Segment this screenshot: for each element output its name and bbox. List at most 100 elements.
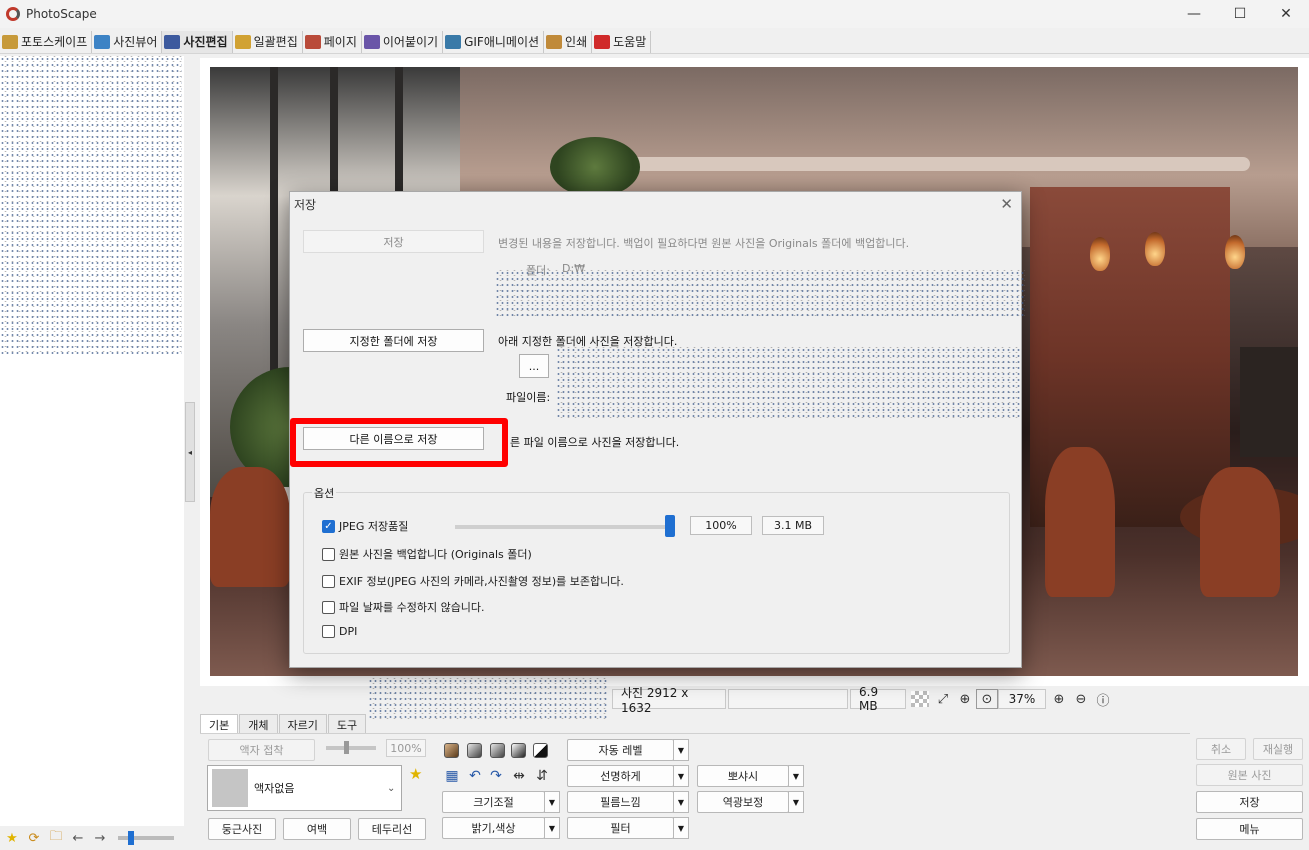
folder-icon[interactable]: 🗀 [48,829,64,846]
main-tab-2[interactable]: 사진편집 [162,30,233,53]
zoom-in-icon[interactable]: ⊕ [1048,689,1070,709]
save-to-folder-button[interactable]: 지정한 폴더에 저장 [303,329,484,352]
zoom-level: 37% [998,689,1046,709]
menu-button[interactable]: 메뉴 [1196,818,1303,840]
fit-screen-icon[interactable]: ⤢ [932,689,954,709]
backlight-dropdown[interactable]: ▼ [788,791,804,813]
frame-percent[interactable]: 100% [386,739,426,757]
photo-dimensions: 사진 2912 x 1632 [612,686,726,715]
rotate-left-icon[interactable]: ↶ [466,767,484,785]
rotate-grid-icon[interactable]: ▦ [443,767,461,785]
info-icon[interactable]: ⓘ [1092,689,1114,709]
flip-horizontal-icon[interactable]: ⇹ [510,767,528,785]
minimize-button[interactable]: — [1171,0,1217,28]
rotate-folder-icon[interactable]: ⟳ [26,830,42,846]
dpi-option[interactable]: DPI [322,625,357,638]
zoom-fit-icon[interactable]: ⊙ [976,689,998,709]
margin-button[interactable]: 여백 [283,818,351,840]
film-effect-button[interactable]: 필름느낌 [567,791,674,813]
exif-option[interactable]: EXIF 정보(JPEG 사진의 카메라,사진촬영 정보)를 보존합니다. [322,573,624,589]
left-bottom-toolbar: ★ ⟳ 🗀 ← → [0,826,190,850]
close-button[interactable]: ✕ [1263,0,1309,28]
round-photo-button[interactable]: 둥근사진 [208,818,276,840]
exif-checkbox[interactable] [322,574,335,588]
frame-shape-1-icon[interactable] [444,743,459,758]
rotate-right-icon[interactable]: ↷ [487,767,505,785]
forward-arrow-icon[interactable]: → [92,830,108,846]
main-tab-icon [445,34,462,49]
backup-checkbox[interactable] [322,547,335,561]
panel-splitter[interactable]: ◂ [185,402,195,502]
filter-button[interactable]: 필터 [567,817,674,839]
frame-shape-2-icon[interactable] [467,743,482,758]
save-button[interactable]: 저장 [1196,791,1303,813]
redo-button[interactable]: 재실행 [1253,738,1303,760]
frame-shape-3-icon[interactable] [490,743,505,758]
sharpen-dropdown[interactable]: ▼ [673,765,689,787]
frame-attach-button[interactable]: 액자 접착 [208,739,315,761]
main-tab-6[interactable]: GIF애니메이션 [443,30,545,53]
dialog-close-icon[interactable]: ✕ [1000,195,1013,213]
tab-tools[interactable]: 도구 [327,714,367,734]
soften-dropdown[interactable]: ▼ [788,765,804,787]
star-icon[interactable]: ★ [4,830,20,846]
main-tab-1[interactable]: 사진뷰어 [92,30,163,53]
back-arrow-icon[interactable]: ← [70,830,86,846]
border-button[interactable]: 테두리선 [358,818,426,840]
original-photo-button[interactable]: 원본 사진 [1196,764,1303,786]
backlight-button[interactable]: 역광보정 [697,791,789,813]
transparency-icon[interactable] [911,691,929,707]
soften-button[interactable]: 뽀샤시 [697,765,789,787]
status-noise [368,678,608,720]
frame-select[interactable]: 액자없음 ⌄ [207,765,402,811]
main-tab-icon [234,34,251,49]
main-tab-5[interactable]: 이어붙이기 [362,30,444,53]
backup-option[interactable]: 원본 사진을 백업합니다 (Originals 폴더) [322,546,532,562]
main-tab-0[interactable]: 포토스케이프 [0,30,93,53]
filter-dropdown[interactable]: ▼ [673,817,689,839]
keep-date-option[interactable]: 파일 날짜를 수정하지 않습니다. [322,599,485,615]
main-tab-8[interactable]: 도움말 [592,30,652,53]
overwrite-save-button[interactable]: 저장 [303,230,484,253]
frame-shape-4-icon[interactable] [511,743,526,758]
save-as-button[interactable]: 다른 이름으로 저장 [303,427,484,450]
film-effect-dropdown[interactable]: ▼ [673,791,689,813]
resize-dropdown[interactable]: ▼ [544,791,560,813]
thumbnail-size-slider[interactable] [118,831,174,845]
main-tab-3[interactable]: 일괄편집 [233,30,303,53]
main-tab-label: 인쇄 [565,35,588,49]
undo-button[interactable]: 취소 [1196,738,1246,760]
photo-chair [210,467,290,587]
thumbnail-panel[interactable] [0,56,184,826]
auto-level-dropdown[interactable]: ▼ [673,739,689,761]
brightness-dropdown[interactable]: ▼ [544,817,560,839]
jpeg-quality-option[interactable]: ✓ JPEG 저장품질 [322,518,408,534]
brightness-button[interactable]: 밝기,색상 [442,817,545,839]
overwrite-save-description: 변경된 내용을 저장합니다. 백업이 필요하다면 원본 사진을 Original… [498,237,910,250]
frame-shape-5-icon[interactable] [533,743,548,758]
jpeg-quality-slider[interactable] [455,525,673,529]
zoom-actual-icon[interactable]: ⊕ [954,689,976,709]
maximize-button[interactable]: ☐ [1217,0,1263,28]
favorite-star-icon[interactable]: ★ [409,765,422,783]
photo-pipe [550,157,1250,171]
main-tab-4[interactable]: 페이지 [303,30,362,53]
sharpen-button[interactable]: 선명하게 [567,765,674,787]
tab-object[interactable]: 개체 [239,714,278,734]
dpi-checkbox[interactable] [322,625,335,638]
frame-slider[interactable] [326,741,376,754]
jpeg-quality-checkbox[interactable]: ✓ [322,519,335,533]
resize-button[interactable]: 크기조절 [442,791,545,813]
jpeg-size-value: 3.1 MB [762,516,824,535]
tab-basic[interactable]: 기본 [200,714,239,734]
keep-date-checkbox[interactable] [322,600,335,614]
photoscape-logo-icon [6,7,20,21]
flip-vertical-icon[interactable]: ⇵ [533,767,551,785]
zoom-out-icon[interactable]: ⊖ [1070,689,1092,709]
main-tab-7[interactable]: 인쇄 [544,30,593,53]
tab-crop[interactable]: 자르기 [278,714,327,734]
jpeg-quality-slider-thumb[interactable] [665,515,675,537]
auto-level-button[interactable]: 자동 레벨 [567,739,674,761]
browse-folder-button[interactable]: ... [519,354,549,378]
backup-label: 원본 사진을 백업합니다 (Originals 폴더) [339,548,532,561]
